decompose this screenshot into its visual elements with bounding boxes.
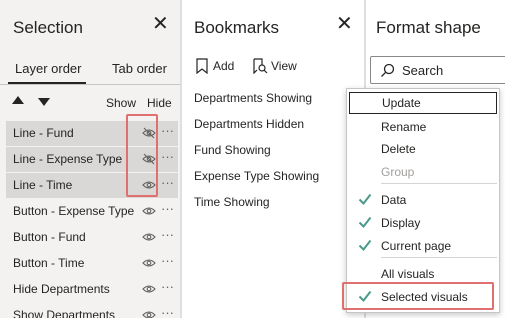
layer-label: Button - Time	[13, 256, 85, 270]
selection-title: Selection	[13, 18, 83, 37]
more-options-icon[interactable]: ···	[161, 227, 174, 242]
eye-icon[interactable]	[142, 283, 156, 295]
eye-icon[interactable]	[142, 231, 156, 243]
move-down-icon[interactable]	[38, 98, 50, 106]
menu-item-label: Data	[381, 193, 407, 207]
eye-icon[interactable]	[142, 257, 156, 269]
bookmark-item[interactable]: Time Showing	[194, 195, 270, 209]
more-options-icon[interactable]: ···	[161, 253, 174, 268]
more-options-icon[interactable]: ···	[161, 305, 174, 318]
add-bookmark-icon[interactable]	[195, 58, 209, 74]
bookmark-item[interactable]: Departments Showing	[194, 91, 312, 105]
search-placeholder: Search	[402, 63, 444, 78]
selection-pane: Selection ✕ Layer order Tab order Show H…	[0, 0, 180, 318]
hide-column-header: Hide	[147, 96, 172, 110]
close-bookmarks-icon[interactable]: ✕	[336, 14, 353, 34]
close-selection-icon[interactable]: ✕	[152, 14, 169, 34]
eye-icon[interactable]	[142, 205, 156, 217]
format-title: Format shape	[376, 18, 481, 37]
menu-item-label: Display	[381, 216, 421, 230]
menu-item-group: Group	[347, 161, 499, 183]
layer-label: Hide Departments	[13, 282, 110, 296]
bookmark-item[interactable]: Departments Hidden	[194, 117, 304, 131]
view-bookmark-button[interactable]: View	[271, 59, 297, 73]
more-options-icon[interactable]: ···	[161, 279, 174, 294]
add-bookmark-button[interactable]: Add	[213, 59, 234, 73]
menu-item-delete[interactable]: Delete	[347, 138, 499, 160]
show-column-header: Show	[106, 96, 137, 110]
tab-layer-order[interactable]: Layer order	[15, 61, 81, 76]
tab-tab-order[interactable]: Tab order	[112, 61, 167, 76]
view-bookmark-icon[interactable]	[252, 58, 268, 74]
menu-separator	[381, 257, 497, 258]
layer-label: Button - Expense Type	[13, 204, 135, 218]
tabs-divider	[0, 84, 180, 85]
selected-visuals-highlight-box	[342, 282, 494, 310]
menu-item-current-page[interactable]: Current page	[347, 235, 499, 257]
layer-label: Line - Time	[13, 178, 73, 192]
move-up-icon[interactable]	[12, 96, 24, 104]
more-options-icon[interactable]: ···	[161, 149, 174, 164]
menu-item-label: Update	[382, 96, 421, 110]
menu-item-update[interactable]: Update	[349, 92, 497, 114]
more-options-icon[interactable]: ···	[161, 201, 174, 216]
layer-label: Show Departments	[13, 308, 116, 318]
layer-row[interactable]: Button - Time ···	[6, 251, 178, 276]
layer-row[interactable]: Show Departments ···	[6, 303, 178, 318]
layer-row[interactable]: Hide Departments ···	[6, 277, 178, 302]
more-options-icon[interactable]: ···	[161, 123, 174, 138]
menu-item-label: All visuals	[381, 267, 435, 281]
checkmark-icon	[358, 193, 372, 206]
menu-item-rename[interactable]: Rename	[347, 116, 499, 138]
layer-label: Line - Expense Type	[13, 152, 123, 166]
menu-item-label: Delete	[381, 142, 416, 156]
bookmark-item[interactable]: Expense Type Showing	[194, 169, 319, 183]
menu-item-label: Group	[381, 165, 415, 179]
more-options-icon[interactable]: ···	[161, 175, 174, 190]
layer-label: Button - Fund	[13, 230, 86, 244]
bookmark-context-menu: Update Rename Delete Group Data Display Curren…	[346, 88, 500, 313]
layer-row[interactable]: Button - Fund ···	[6, 225, 178, 250]
bookmarks-pane: Bookmarks ✕ Add View Departments Showing…	[182, 0, 364, 318]
eye-icon[interactable]	[142, 309, 156, 318]
menu-separator	[381, 183, 497, 184]
layer-row[interactable]: Button - Expense Type ···	[6, 199, 178, 224]
menu-item-data[interactable]: Data	[347, 189, 499, 211]
bookmarks-title: Bookmarks	[194, 18, 280, 37]
menu-item-display[interactable]: Display	[347, 212, 499, 234]
visibility-highlight-box	[126, 114, 158, 197]
checkmark-icon	[358, 239, 372, 252]
menu-item-label: Current page	[381, 239, 452, 253]
layer-label: Line - Fund	[13, 126, 74, 140]
menu-item-label: Rename	[381, 120, 427, 134]
search-icon	[381, 63, 395, 77]
checkmark-icon	[358, 216, 372, 229]
bookmark-item[interactable]: Fund Showing	[194, 143, 271, 157]
